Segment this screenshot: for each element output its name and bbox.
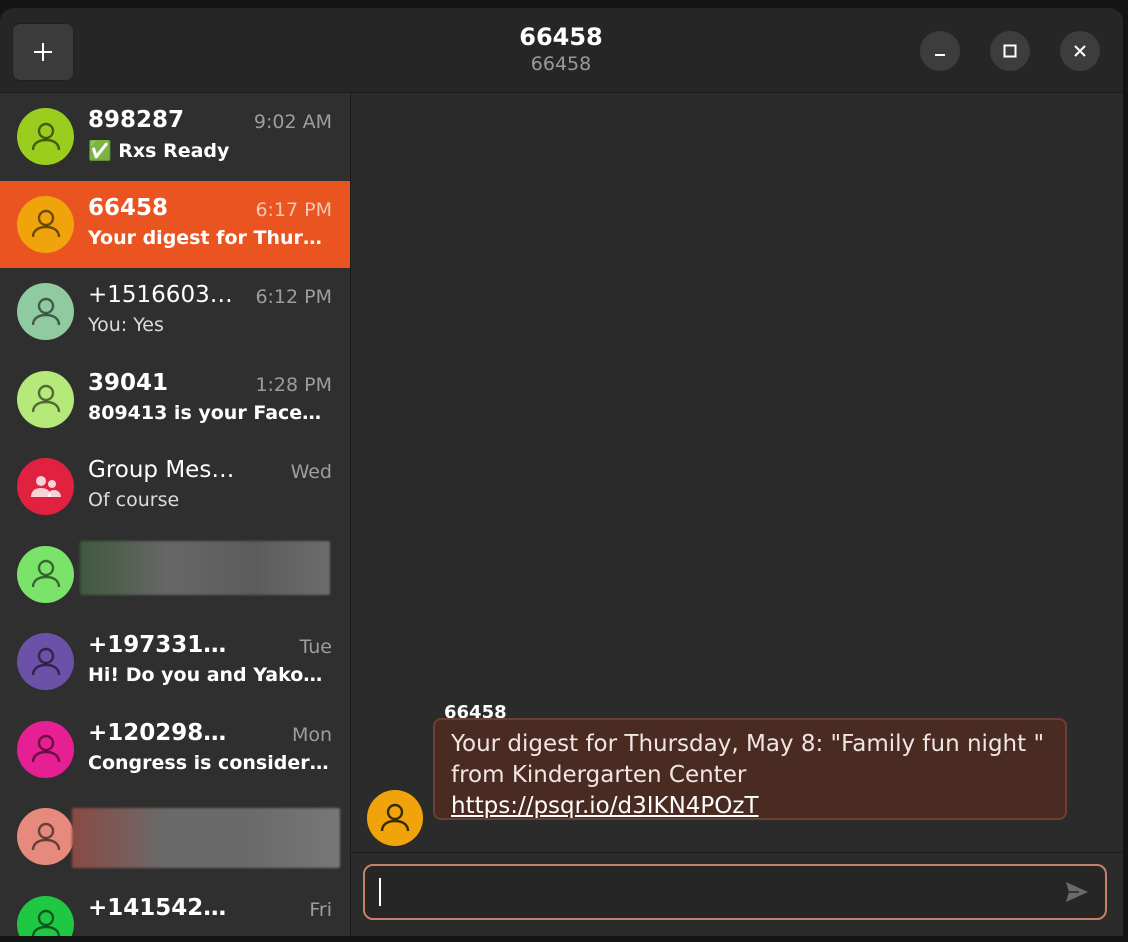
conversation-name: 66458	[88, 194, 169, 221]
minimize-button[interactable]	[920, 31, 960, 71]
conversation-name: +19733142560	[88, 632, 238, 658]
conversation-item[interactable]: 39041 1:28 PM 809413 is your Facebook code	[0, 356, 350, 444]
conversation-name: +15166031…	[88, 282, 238, 308]
conversation-time: 6:12 PM	[255, 286, 332, 308]
conversation-item[interactable]: +14154259640 Fri	[0, 881, 350, 936]
new-conversation-button[interactable]	[12, 23, 74, 81]
conversation-preview: Congress is considering	[88, 751, 333, 774]
person-icon	[380, 803, 410, 832]
plus-icon	[34, 43, 52, 61]
text-caret	[379, 878, 381, 906]
conversation-preview: ✅ Rxs Ready	[88, 140, 230, 162]
conversation-item[interactable]: +19733142560 Tue Hi! Do you and Yakov have…	[0, 618, 350, 706]
person-icon	[31, 209, 60, 238]
avatar	[17, 545, 74, 603]
conversation-name: 39041	[88, 369, 169, 396]
person-icon	[31, 909, 60, 936]
conversation-time: Mon	[291, 723, 332, 746]
conversation-name: +12029879854	[88, 719, 238, 746]
person-icon	[31, 384, 60, 413]
avatar	[17, 283, 74, 340]
close-icon	[1074, 45, 1086, 57]
avatar	[17, 720, 74, 778]
conversation-preview: 809413 is your Facebook code	[88, 401, 333, 424]
conversation-list: 898287 9:02 AM ✅ Rxs Ready 66458 6:17 PM Your…	[0, 93, 351, 936]
conversation-name: 898287	[88, 107, 185, 133]
avatar	[17, 458, 74, 515]
person-icon	[31, 734, 60, 763]
message-input[interactable]	[363, 864, 1107, 920]
conversation-preview: You: Yes	[88, 314, 164, 336]
conversation-item[interactable]: 898287 9:02 AM ✅ Rxs Ready	[0, 93, 350, 181]
conversation-time: Fri	[309, 898, 332, 921]
conversation-item[interactable]	[0, 793, 350, 881]
conversation-time: Wed	[290, 461, 332, 483]
conversation-item[interactable]: Group Message Wed Of course	[0, 443, 350, 531]
send-button[interactable]	[1063, 878, 1091, 910]
conversation-name: Group Message	[88, 457, 238, 483]
message-thread: 66458 Your digest for Thursday, May 8: "…	[351, 93, 1123, 936]
conversation-time: Tue	[299, 636, 332, 658]
avatar	[367, 790, 423, 846]
message-bubble: Your digest for Thursday, May 8: "Family…	[433, 718, 1067, 820]
conversation-time: 9:02 AM	[253, 111, 332, 133]
page-subtitle: 66458	[530, 53, 592, 75]
avatar	[17, 370, 74, 428]
minimize-icon	[935, 54, 945, 56]
avatar	[17, 808, 74, 865]
person-icon	[31, 822, 60, 850]
avatar	[17, 895, 74, 936]
person-icon	[31, 647, 60, 675]
avatar	[17, 633, 74, 690]
conversation-time: 1:28 PM	[255, 373, 332, 396]
redacted-content	[72, 808, 340, 868]
person-icon	[31, 297, 60, 325]
avatar	[17, 108, 74, 165]
person-icon	[31, 559, 60, 588]
conversation-title-block: 66458 66458	[400, 22, 722, 76]
conversation-preview: Hi! Do you and Yakov have plans	[88, 664, 333, 686]
conversation-item[interactable]	[0, 531, 350, 619]
group-icon	[30, 475, 61, 497]
maximize-button[interactable]	[990, 31, 1030, 71]
conversation-time: 6:17 PM	[255, 198, 332, 221]
maximize-icon	[1003, 44, 1017, 58]
redacted-content	[80, 540, 330, 595]
send-icon	[1066, 882, 1088, 902]
page-title: 66458	[519, 23, 603, 51]
conversation-preview: Of course	[88, 489, 180, 511]
conversation-item[interactable]: +15166031… 6:12 PM You: Yes	[0, 268, 350, 356]
composer-area	[351, 852, 1123, 936]
close-button[interactable]	[1060, 31, 1100, 71]
conversation-name: +14154259640	[88, 894, 238, 921]
message-link[interactable]: https://psqr.io/d3IKN4POzT	[451, 793, 759, 819]
header-bar: 66458 66458	[0, 8, 1123, 93]
conversation-item[interactable]: +12029879854 Mon Congress is considering	[0, 706, 350, 794]
avatar	[17, 195, 74, 253]
message-text: Your digest for Thursday, May 8: "Family…	[451, 731, 1045, 788]
person-icon	[31, 122, 60, 150]
conversation-preview: Your digest for Thursday, May 8	[88, 226, 333, 249]
conversation-item[interactable]: 66458 6:17 PM Your digest for Thursday, Ma…	[0, 180, 350, 268]
messages-window: 66458 66458 898287 9:02 AM ✅ Rxs Ready 6645…	[0, 8, 1123, 936]
